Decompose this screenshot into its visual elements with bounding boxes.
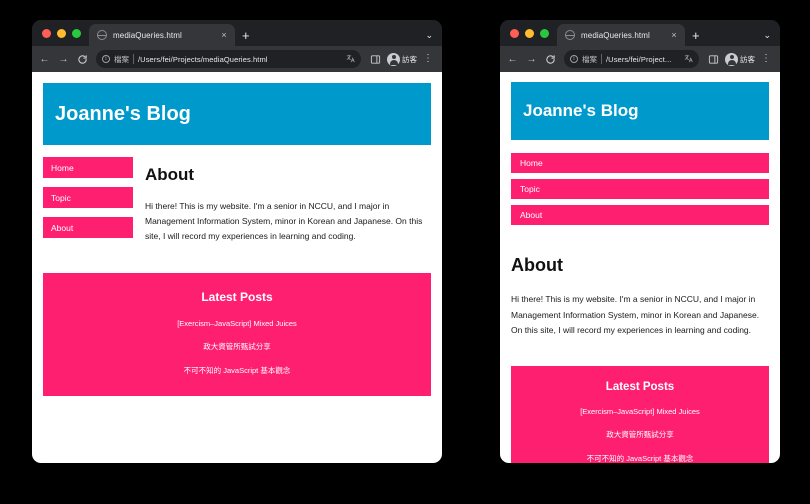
maximize-window-button[interactable] (72, 28, 81, 38)
profile-label: 訪客 (402, 54, 417, 64)
back-icon[interactable]: ← (504, 51, 521, 68)
site-info-icon[interactable]: i (102, 55, 110, 63)
address-bar[interactable]: i 檔案 /Users/fei/Project... (564, 50, 699, 68)
browser-tab[interactable]: mediaQueries.html × (557, 24, 685, 46)
tab-title: mediaQueries.html (113, 30, 182, 40)
close-window-button[interactable] (42, 28, 51, 38)
sidebar-item-topic[interactable]: Topic (43, 187, 133, 208)
browser-toolbar-desktop: ← → i 檔案 /Users/fei/Projects/mediaQuerie… (32, 46, 442, 72)
translate-icon[interactable] (346, 54, 355, 65)
omnibox-divider (601, 54, 602, 64)
minimize-window-button[interactable] (525, 28, 534, 38)
close-icon[interactable]: × (669, 30, 679, 40)
browser-window-desktop: mediaQueries.html × + ⌄ ← → i 檔案 /Users/… (32, 20, 442, 463)
blog-page-desktop: Joanne's Blog Home Topic About About Hi … (32, 83, 442, 396)
list-item[interactable]: [Exercism–JavaScript] Mixed Juices (53, 319, 421, 328)
list-item[interactable]: [Exercism–JavaScript] Mixed Juices (521, 407, 759, 416)
latest-posts-box-mobile: Latest Posts [Exercism–JavaScript] Mixed… (511, 366, 769, 463)
site-nav-mobile: Home Topic About (511, 153, 769, 225)
avatar (387, 52, 400, 66)
site-title: Joanne's Blog (55, 102, 191, 125)
minimize-window-button[interactable] (57, 28, 66, 38)
close-icon[interactable]: × (219, 30, 229, 40)
url-text: /Users/fei/Projects/mediaQueries.html (138, 54, 268, 64)
sidebar-item-about[interactable]: About (43, 217, 133, 238)
page-inner-desktop: Joanne's Blog Home Topic About About Hi … (32, 83, 442, 396)
address-bar[interactable]: i 檔案 /Users/fei/Projects/mediaQueries.ht… (96, 50, 361, 68)
profile-chip[interactable]: 訪客 (386, 52, 418, 66)
traffic-lights-desktop (40, 20, 89, 46)
site-header: Joanne's Blog (43, 83, 431, 145)
kebab-menu-icon[interactable]: ⋮ (758, 54, 774, 64)
nav-label: About (51, 222, 74, 233)
profile-chip[interactable]: 訪客 (724, 52, 756, 66)
list-item[interactable]: 不可不知的 JavaScript 基本觀念 (53, 365, 421, 376)
new-tab-button[interactable]: + (685, 24, 707, 46)
forward-icon[interactable]: → (55, 51, 72, 68)
tab-strip-mobile: mediaQueries.html × + ⌄ (500, 20, 780, 46)
nav-label: Topic (520, 184, 540, 194)
globe-icon (565, 30, 575, 40)
nav-label: Home (520, 158, 543, 168)
page-inner-mobile: Joanne's Blog Home Topic About About Hi … (500, 82, 780, 463)
avatar (725, 52, 738, 66)
browser-window-mobile: mediaQueries.html × + ⌄ ← → i 檔案 /Users/… (500, 20, 780, 463)
latest-posts-heading: Latest Posts (201, 290, 273, 304)
chevron-down-icon[interactable]: ⌄ (416, 24, 442, 46)
side-panel-icon[interactable] (367, 51, 384, 68)
sidebar-item-home[interactable]: Home (43, 157, 133, 178)
nav-label: About (520, 210, 543, 220)
about-section-desktop: About Hi there! This is my website. I'm … (133, 157, 431, 244)
reload-icon[interactable] (542, 51, 559, 68)
page-layout-desktop: Home Topic About About Hi there! This is… (43, 157, 431, 247)
tab-strip-desktop: mediaQueries.html × + ⌄ (32, 20, 442, 46)
latest-posts-heading: Latest Posts (605, 381, 675, 394)
blog-page-mobile: Joanne's Blog Home Topic About About Hi … (500, 82, 780, 463)
screenshot-stage: mediaQueries.html × + ⌄ ← → i 檔案 /Users/… (0, 0, 810, 504)
about-heading: About (145, 165, 195, 184)
about-heading: About (511, 255, 563, 275)
scheme-label: 檔案 (114, 54, 129, 64)
forward-icon[interactable]: → (523, 51, 540, 68)
browser-toolbar-mobile: ← → i 檔案 /Users/fei/Project... 訪客 ⋮ (500, 46, 780, 72)
nav-label: Topic (51, 192, 71, 203)
page-viewport-mobile: Joanne's Blog Home Topic About About Hi … (500, 72, 780, 463)
globe-icon (97, 30, 107, 40)
sidebar-item-topic[interactable]: Topic (511, 179, 769, 199)
nav-label: Home (51, 162, 74, 173)
new-tab-button[interactable]: + (235, 24, 257, 46)
site-info-icon[interactable]: i (570, 55, 578, 63)
browser-tab[interactable]: mediaQueries.html × (89, 24, 235, 46)
side-panel-icon[interactable] (705, 51, 722, 68)
site-header: Joanne's Blog (511, 82, 769, 140)
translate-icon[interactable] (684, 54, 693, 65)
about-paragraph: Hi there! This is my website. I'm a seni… (511, 294, 760, 336)
sidebar-item-home[interactable]: Home (511, 153, 769, 173)
url-text: /Users/fei/Project... (606, 54, 672, 64)
latest-posts-box-desktop: Latest Posts [Exercism–JavaScript] Mixed… (43, 273, 431, 396)
profile-label: 訪客 (740, 54, 755, 64)
about-paragraph: Hi there! This is my website. I'm a seni… (145, 201, 423, 241)
traffic-lights-mobile (508, 20, 557, 46)
site-title: Joanne's Blog (523, 101, 639, 120)
maximize-window-button[interactable] (540, 28, 549, 38)
reload-icon[interactable] (74, 51, 91, 68)
list-item[interactable]: 政大資管所甄試分享 (53, 341, 421, 352)
close-window-button[interactable] (510, 28, 519, 38)
tab-title: mediaQueries.html (581, 30, 650, 40)
page-viewport-desktop: Joanne's Blog Home Topic About About Hi … (32, 72, 442, 463)
omnibox-divider (133, 54, 134, 64)
scheme-label: 檔案 (582, 54, 597, 64)
kebab-menu-icon[interactable]: ⋮ (420, 54, 436, 64)
back-icon[interactable]: ← (36, 51, 53, 68)
sidebar-item-about[interactable]: About (511, 205, 769, 225)
list-item[interactable]: 政大資管所甄試分享 (521, 429, 759, 440)
about-section-mobile: About Hi there! This is my website. I'm … (511, 231, 769, 339)
site-nav-desktop: Home Topic About (43, 157, 133, 247)
list-item[interactable]: 不可不知的 JavaScript 基本觀念 (521, 453, 759, 463)
chevron-down-icon[interactable]: ⌄ (754, 24, 780, 46)
